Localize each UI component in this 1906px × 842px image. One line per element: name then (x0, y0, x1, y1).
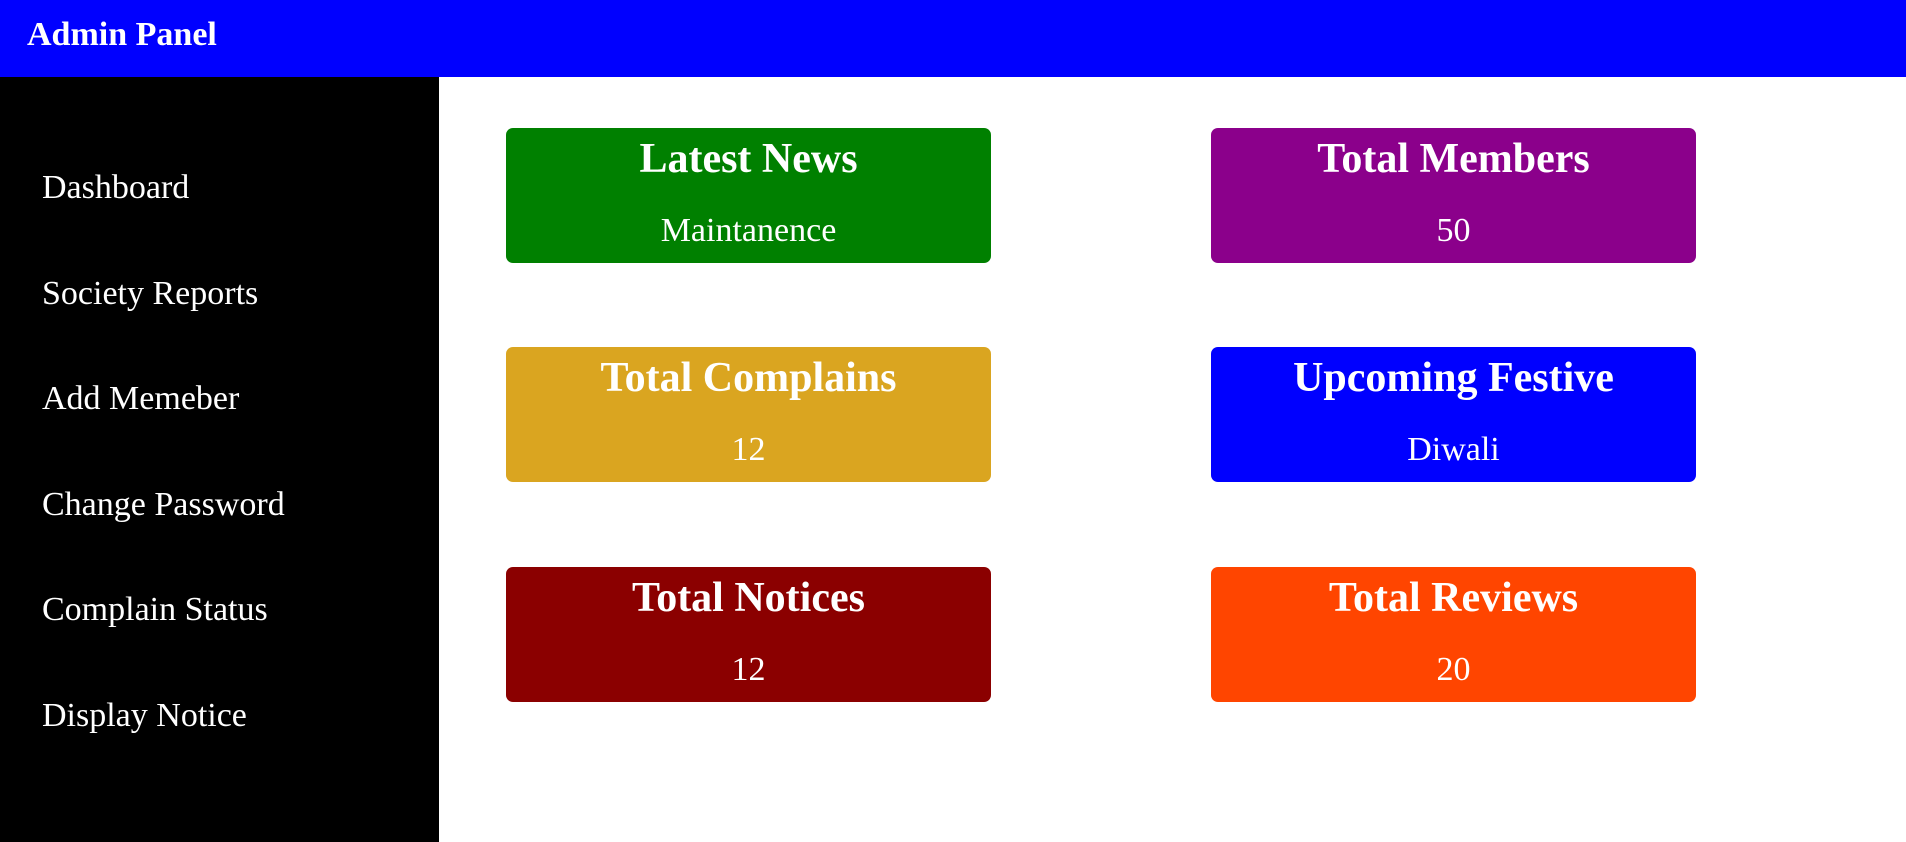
card-value: 12 (731, 431, 766, 468)
card-value: 20 (1436, 651, 1471, 688)
card-upcoming-festive: Upcoming Festive Diwali (1211, 347, 1696, 482)
sidebar: Dashboard Society Reports Add Memeber Ch… (0, 77, 439, 842)
card-value: 50 (1436, 212, 1471, 249)
card-latest-news: Latest News Maintanence (506, 128, 991, 263)
header-bar: Admin Panel (0, 0, 1906, 77)
card-value: Diwali (1407, 431, 1500, 468)
app-title: Admin Panel (27, 16, 217, 53)
card-value: 12 (731, 651, 766, 688)
sidebar-item-society-reports[interactable]: Society Reports (42, 275, 258, 313)
card-total-members: Total Members 50 (1211, 128, 1696, 263)
card-title: Total Members (1317, 136, 1590, 182)
sidebar-item-add-member[interactable]: Add Memeber (42, 380, 239, 418)
card-value: Maintanence (660, 212, 837, 249)
sidebar-item-change-password[interactable]: Change Password (42, 486, 285, 524)
card-total-notices: Total Notices 12 (506, 567, 991, 702)
card-title: Total Reviews (1328, 575, 1579, 621)
sidebar-item-dashboard[interactable]: Dashboard (42, 169, 189, 207)
card-title: Upcoming Festive (1293, 355, 1614, 401)
card-total-complains: Total Complains 12 (506, 347, 991, 482)
card-title: Total Notices (632, 575, 865, 621)
sidebar-item-display-notice[interactable]: Display Notice (42, 697, 247, 735)
card-total-reviews: Total Reviews 20 (1211, 567, 1696, 702)
card-title: Total Complains (600, 355, 897, 401)
dashboard-main: Latest News Maintanence Total Members 50… (439, 77, 1906, 842)
card-title: Latest News (639, 136, 858, 182)
sidebar-item-complain-status[interactable]: Complain Status (42, 591, 268, 629)
